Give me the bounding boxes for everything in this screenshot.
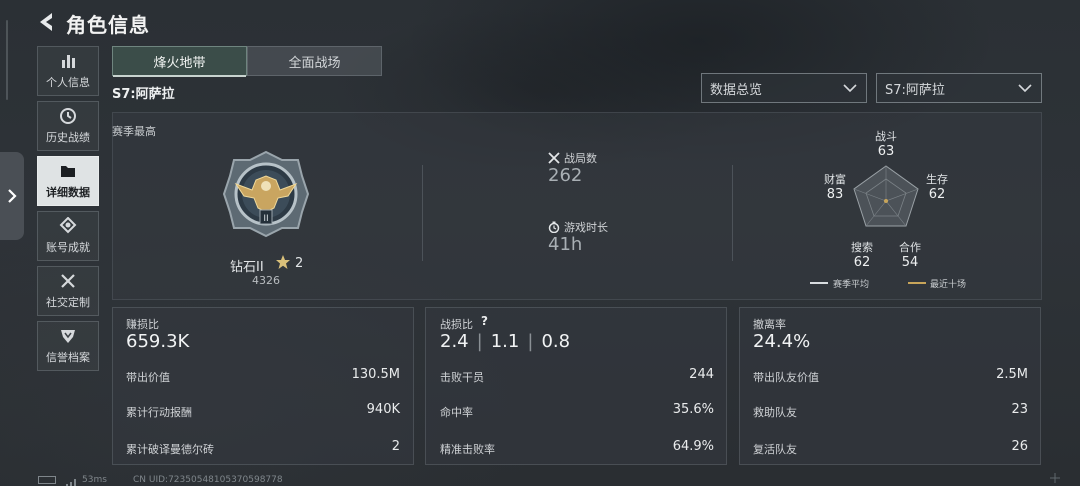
- card-row-label: 带出价值: [126, 371, 170, 384]
- kd-value-1: 2.4: [440, 331, 469, 352]
- card-row-label: 击败干员: [440, 371, 484, 384]
- card-row-label: 命中率: [440, 406, 473, 419]
- card-title: 撤离率: [753, 318, 786, 331]
- star-icon: [275, 254, 291, 270]
- sidebar-item-label: 详细数据: [46, 186, 90, 199]
- sidebar-item-label: 历史战绩: [46, 131, 90, 144]
- card-main-value: 24.4%: [753, 331, 811, 352]
- radar-axis-value: 63: [877, 144, 895, 159]
- radar-axis-label: 战斗: [875, 130, 897, 143]
- kd-value-2: 1.1: [490, 331, 520, 352]
- season-high-label: 赛季最高: [112, 125, 156, 138]
- legend-recent-ten-line: [908, 282, 926, 284]
- dropdown-value: 数据总览: [710, 82, 763, 98]
- radar-axis-value: 83: [826, 187, 844, 202]
- sidebar-item-label: 账号成就: [46, 241, 90, 254]
- legend-recent-ten: 最近十场: [930, 280, 967, 290]
- radar-axis-value: 62: [853, 255, 871, 270]
- card-main-value: 2.4 | 1.1 | 0.8: [440, 331, 570, 352]
- card-row-value: 940K: [366, 402, 400, 417]
- card-row-value: 64.9%: [672, 439, 714, 454]
- sidebar-item-history[interactable]: 历史战绩: [37, 101, 99, 151]
- legend-season-average-line: [810, 282, 828, 284]
- radar-axis-label: 生存: [926, 173, 948, 186]
- card-main-value: 659.3K: [126, 331, 190, 352]
- season-label: S7:阿萨拉: [112, 87, 175, 102]
- card-row-label: 累计破译曼德尔砖: [126, 443, 214, 456]
- divider: [732, 165, 733, 261]
- radar-axis-label: 合作: [899, 241, 921, 254]
- rank-name: 钻石II: [230, 260, 264, 275]
- chevron-down-icon: [843, 84, 857, 93]
- svg-text:II: II: [263, 214, 268, 224]
- card-title: 赚损比: [126, 318, 159, 331]
- page-title: 角色信息: [66, 13, 150, 37]
- help-icon[interactable]: ?: [481, 314, 488, 328]
- divider: [422, 165, 423, 261]
- card-title: 战损比: [440, 318, 473, 331]
- bar-chart-icon: [62, 55, 75, 68]
- sidebar-item-label: 个人信息: [46, 76, 90, 89]
- corner-mark: [1050, 468, 1060, 483]
- matches-value: 262: [548, 165, 583, 186]
- card-row-value: 2.5M: [996, 367, 1028, 382]
- sidebar-item-achievements[interactable]: 账号成就: [37, 211, 99, 261]
- radar-chart: [851, 164, 921, 234]
- sidebar-item-label: 信誉档案: [46, 351, 90, 364]
- card-row-value: 35.6%: [672, 402, 714, 417]
- card-row-value: 2: [391, 439, 400, 454]
- separator: |: [527, 331, 534, 352]
- playtime-value: 41h: [548, 234, 583, 255]
- sidebar-item-detailed-data[interactable]: 详细数据: [37, 156, 99, 206]
- tab-full-battlefield[interactable]: 全面战场: [247, 46, 382, 76]
- crossed-swords-icon: [548, 152, 560, 164]
- separator: |: [476, 331, 483, 352]
- edge-decoration: [6, 20, 8, 100]
- rank-stars: 2: [295, 256, 304, 271]
- radar-axis-value: 54: [901, 255, 919, 270]
- chevron-right-icon: [8, 189, 17, 203]
- tab-warzone[interactable]: 烽火地带: [112, 46, 247, 77]
- card-row-value: 23: [1011, 402, 1028, 417]
- card-row-value: 244: [689, 367, 714, 382]
- sidebar-item-personal-info[interactable]: 个人信息: [37, 46, 99, 96]
- shield-icon: [61, 330, 75, 343]
- rank-score: 4326: [252, 274, 280, 287]
- card-row-label: 带出队友价值: [753, 371, 819, 384]
- chevron-down-icon: [1018, 84, 1032, 93]
- rank-emblem: II: [222, 150, 310, 238]
- stopwatch-icon: [548, 221, 560, 233]
- radar-axis-value: 62: [928, 187, 946, 202]
- dropdown-value: S7:阿萨拉: [885, 82, 945, 98]
- card-row-label: 复活队友: [753, 443, 797, 456]
- playtime-label: 游戏时长: [564, 221, 608, 234]
- card-row-label: 累计行动报酬: [126, 406, 192, 419]
- signal-icon: [62, 474, 76, 486]
- card-row-value: 130.5M: [351, 367, 400, 382]
- card-row-label: 精准击败率: [440, 443, 495, 456]
- sidebar-item-label: 社交定制: [46, 296, 90, 309]
- radar-axis-label: 财富: [824, 173, 846, 186]
- overview-dropdown[interactable]: 数据总览: [701, 73, 867, 103]
- kd-value-3: 0.8: [541, 331, 571, 352]
- playtime-stat: 游戏时长: [548, 219, 608, 235]
- history-icon: [60, 108, 76, 124]
- ping-text: 53ms: [82, 475, 107, 485]
- sidebar-expand-handle[interactable]: [0, 152, 24, 240]
- achievement-icon: [59, 217, 77, 234]
- radar-axis-label: 搜索: [851, 241, 873, 254]
- tools-icon: [61, 274, 75, 288]
- matches-stat: 战局数: [548, 150, 597, 166]
- folder-icon: [61, 166, 75, 177]
- season-dropdown[interactable]: S7:阿萨拉: [876, 73, 1042, 103]
- legend-season-average: 赛季平均: [833, 280, 870, 290]
- card-row-label: 救助队友: [753, 406, 797, 419]
- sidebar-item-reputation[interactable]: 信誉档案: [37, 321, 99, 371]
- battery-icon: [38, 476, 56, 484]
- sidebar-item-social[interactable]: 社交定制: [37, 266, 99, 316]
- matches-label: 战局数: [564, 152, 597, 165]
- uid-text: CN UID:72350548105370598778: [133, 475, 283, 485]
- card-row-value: 26: [1011, 439, 1028, 454]
- back-arrow-icon[interactable]: [34, 9, 60, 35]
